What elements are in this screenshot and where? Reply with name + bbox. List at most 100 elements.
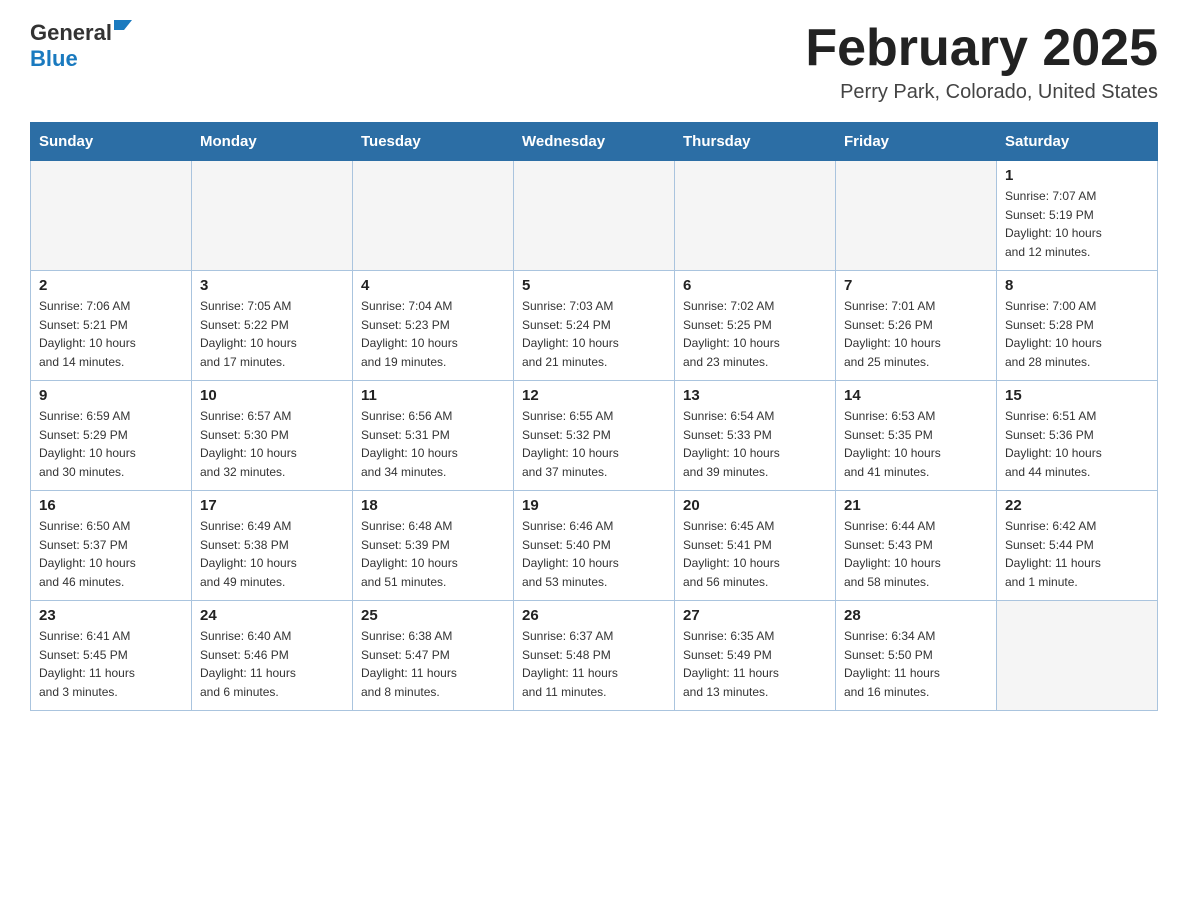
day-info: Sunrise: 6:56 AM Sunset: 5:31 PM Dayligh… <box>361 407 505 481</box>
calendar-cell <box>192 161 353 271</box>
day-info: Sunrise: 6:55 AM Sunset: 5:32 PM Dayligh… <box>522 407 666 481</box>
page-header: General Blue February 2025 Perry Park, C… <box>30 20 1158 104</box>
day-info: Sunrise: 6:42 AM Sunset: 5:44 PM Dayligh… <box>1005 517 1149 591</box>
day-info: Sunrise: 6:45 AM Sunset: 5:41 PM Dayligh… <box>683 517 827 591</box>
day-info: Sunrise: 7:01 AM Sunset: 5:26 PM Dayligh… <box>844 297 988 371</box>
day-number: 18 <box>361 497 505 514</box>
day-info: Sunrise: 6:37 AM Sunset: 5:48 PM Dayligh… <box>522 627 666 701</box>
day-number: 5 <box>522 277 666 294</box>
calendar-header-row: SundayMondayTuesdayWednesdayThursdayFrid… <box>31 123 1158 161</box>
day-info: Sunrise: 6:38 AM Sunset: 5:47 PM Dayligh… <box>361 627 505 701</box>
day-number: 19 <box>522 497 666 514</box>
day-number: 8 <box>1005 277 1149 294</box>
day-number: 3 <box>200 277 344 294</box>
day-number: 26 <box>522 607 666 624</box>
calendar-cell: 19 Sunrise: 6:46 AM Sunset: 5:40 PM Dayli… <box>514 491 675 601</box>
day-number: 20 <box>683 497 827 514</box>
day-info: Sunrise: 7:06 AM Sunset: 5:21 PM Dayligh… <box>39 297 183 371</box>
day-number: 14 <box>844 387 988 404</box>
calendar-cell: 28 Sunrise: 6:34 AM Sunset: 5:50 PM Dayli… <box>836 601 997 711</box>
calendar-cell: 16 Sunrise: 6:50 AM Sunset: 5:37 PM Dayli… <box>31 491 192 601</box>
logo: General Blue <box>30 20 136 72</box>
calendar-cell <box>997 601 1158 711</box>
calendar-cell: 14 Sunrise: 6:53 AM Sunset: 5:35 PM Dayli… <box>836 381 997 491</box>
day-number: 17 <box>200 497 344 514</box>
calendar-cell: 25 Sunrise: 6:38 AM Sunset: 5:47 PM Dayli… <box>353 601 514 711</box>
day-number: 6 <box>683 277 827 294</box>
day-info: Sunrise: 6:53 AM Sunset: 5:35 PM Dayligh… <box>844 407 988 481</box>
logo-general-text: General <box>30 20 112 46</box>
calendar-cell: 27 Sunrise: 6:35 AM Sunset: 5:49 PM Dayli… <box>675 601 836 711</box>
calendar-cell: 12 Sunrise: 6:55 AM Sunset: 5:32 PM Dayli… <box>514 381 675 491</box>
calendar-table: SundayMondayTuesdayWednesdayThursdayFrid… <box>30 122 1158 711</box>
day-number: 22 <box>1005 497 1149 514</box>
calendar-cell <box>514 161 675 271</box>
calendar-week-row: 9Sunrise: 6:59 AM Sunset: 5:29 PM Daylig… <box>31 381 1158 491</box>
location-text: Perry Park, Colorado, United States <box>805 81 1158 104</box>
day-number: 10 <box>200 387 344 404</box>
weekday-header-monday: Monday <box>192 123 353 161</box>
day-number: 16 <box>39 497 183 514</box>
day-info: Sunrise: 7:03 AM Sunset: 5:24 PM Dayligh… <box>522 297 666 371</box>
day-info: Sunrise: 6:35 AM Sunset: 5:49 PM Dayligh… <box>683 627 827 701</box>
calendar-week-row: 2 Sunrise: 7:06 AM Sunset: 5:21 PM Daylig… <box>31 271 1158 381</box>
day-number: 1 <box>1005 167 1149 184</box>
month-title: February 2025 <box>805 20 1158 77</box>
calendar-cell: 6 Sunrise: 7:02 AM Sunset: 5:25 PM Daylig… <box>675 271 836 381</box>
calendar-cell: 23Sunrise: 6:41 AM Sunset: 5:45 PM Dayli… <box>31 601 192 711</box>
calendar-cell: 11 Sunrise: 6:56 AM Sunset: 5:31 PM Dayli… <box>353 381 514 491</box>
day-number: 11 <box>361 387 505 404</box>
day-info: Sunrise: 6:49 AM Sunset: 5:38 PM Dayligh… <box>200 517 344 591</box>
day-info: Sunrise: 7:04 AM Sunset: 5:23 PM Dayligh… <box>361 297 505 371</box>
day-info: Sunrise: 7:02 AM Sunset: 5:25 PM Dayligh… <box>683 297 827 371</box>
weekday-header-wednesday: Wednesday <box>514 123 675 161</box>
day-number: 27 <box>683 607 827 624</box>
calendar-cell: 5 Sunrise: 7:03 AM Sunset: 5:24 PM Daylig… <box>514 271 675 381</box>
day-number: 24 <box>200 607 344 624</box>
calendar-cell: 2 Sunrise: 7:06 AM Sunset: 5:21 PM Daylig… <box>31 271 192 381</box>
calendar-cell: 18 Sunrise: 6:48 AM Sunset: 5:39 PM Dayli… <box>353 491 514 601</box>
day-number: 7 <box>844 277 988 294</box>
day-info: Sunrise: 6:34 AM Sunset: 5:50 PM Dayligh… <box>844 627 988 701</box>
day-info: Sunrise: 6:51 AM Sunset: 5:36 PM Dayligh… <box>1005 407 1149 481</box>
title-block: February 2025 Perry Park, Colorado, Unit… <box>805 20 1158 104</box>
calendar-cell <box>353 161 514 271</box>
day-info: Sunrise: 6:46 AM Sunset: 5:40 PM Dayligh… <box>522 517 666 591</box>
calendar-cell: 10 Sunrise: 6:57 AM Sunset: 5:30 PM Dayli… <box>192 381 353 491</box>
day-info: Sunrise: 6:44 AM Sunset: 5:43 PM Dayligh… <box>844 517 988 591</box>
day-number: 28 <box>844 607 988 624</box>
calendar-cell: 8Sunrise: 7:00 AM Sunset: 5:28 PM Daylig… <box>997 271 1158 381</box>
weekday-header-saturday: Saturday <box>997 123 1158 161</box>
day-info: Sunrise: 6:54 AM Sunset: 5:33 PM Dayligh… <box>683 407 827 481</box>
calendar-cell <box>836 161 997 271</box>
calendar-cell <box>675 161 836 271</box>
calendar-week-row: 23Sunrise: 6:41 AM Sunset: 5:45 PM Dayli… <box>31 601 1158 711</box>
calendar-cell: 17 Sunrise: 6:49 AM Sunset: 5:38 PM Dayli… <box>192 491 353 601</box>
calendar-week-row: 1Sunrise: 7:07 AM Sunset: 5:19 PM Daylig… <box>31 161 1158 271</box>
day-info: Sunrise: 6:40 AM Sunset: 5:46 PM Dayligh… <box>200 627 344 701</box>
day-info: Sunrise: 6:57 AM Sunset: 5:30 PM Dayligh… <box>200 407 344 481</box>
day-info: Sunrise: 6:48 AM Sunset: 5:39 PM Dayligh… <box>361 517 505 591</box>
day-number: 4 <box>361 277 505 294</box>
logo-flag-icon <box>114 20 136 43</box>
day-number: 13 <box>683 387 827 404</box>
calendar-cell: 22 Sunrise: 6:42 AM Sunset: 5:44 PM Dayli… <box>997 491 1158 601</box>
weekday-header-sunday: Sunday <box>31 123 192 161</box>
calendar-week-row: 16 Sunrise: 6:50 AM Sunset: 5:37 PM Dayli… <box>31 491 1158 601</box>
calendar-cell: 13 Sunrise: 6:54 AM Sunset: 5:33 PM Dayli… <box>675 381 836 491</box>
day-info: Sunrise: 6:50 AM Sunset: 5:37 PM Dayligh… <box>39 517 183 591</box>
calendar-cell <box>31 161 192 271</box>
day-number: 21 <box>844 497 988 514</box>
calendar-cell: 26 Sunrise: 6:37 AM Sunset: 5:48 PM Dayli… <box>514 601 675 711</box>
weekday-header-thursday: Thursday <box>675 123 836 161</box>
calendar-cell: 7 Sunrise: 7:01 AM Sunset: 5:26 PM Daylig… <box>836 271 997 381</box>
day-number: 2 <box>39 277 183 294</box>
day-info: Sunrise: 6:41 AM Sunset: 5:45 PM Dayligh… <box>39 627 183 701</box>
weekday-header-tuesday: Tuesday <box>353 123 514 161</box>
logo-blue-text: Blue <box>30 46 78 72</box>
day-number: 9 <box>39 387 183 404</box>
calendar-cell: 15Sunrise: 6:51 AM Sunset: 5:36 PM Dayli… <box>997 381 1158 491</box>
day-number: 12 <box>522 387 666 404</box>
calendar-cell: 20 Sunrise: 6:45 AM Sunset: 5:41 PM Dayli… <box>675 491 836 601</box>
day-number: 25 <box>361 607 505 624</box>
